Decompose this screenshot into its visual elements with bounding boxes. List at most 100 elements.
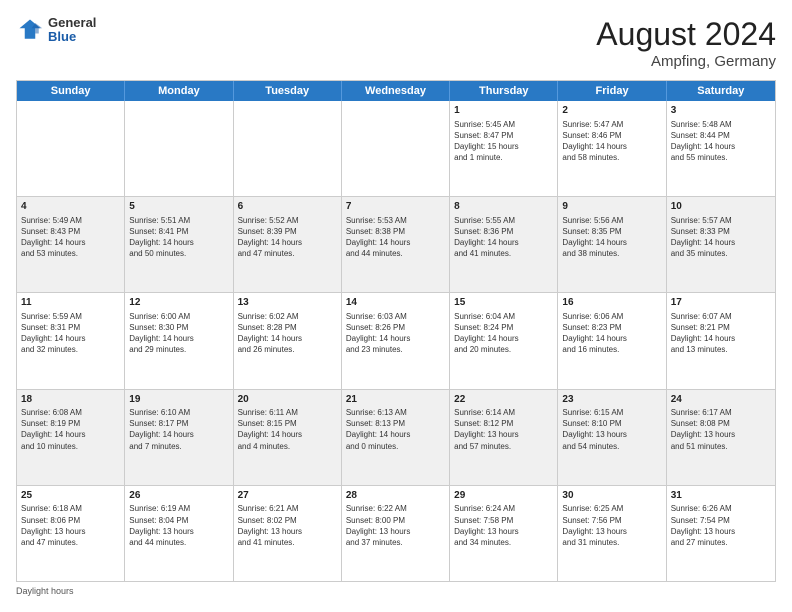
day-number: 7 [346,200,445,214]
cell-content: Sunrise: 6:13 AM Sunset: 8:13 PM Dayligh… [346,407,445,452]
cell-content: Sunrise: 5:53 AM Sunset: 8:38 PM Dayligh… [346,215,445,260]
cell-content: Sunrise: 6:21 AM Sunset: 8:02 PM Dayligh… [238,503,337,548]
day-number: 18 [21,393,120,407]
day-number: 5 [129,200,228,214]
day-number: 15 [454,296,553,310]
cal-cell [342,101,450,196]
cal-cell: 28Sunrise: 6:22 AM Sunset: 8:00 PM Dayli… [342,486,450,581]
day-of-week-thursday: Thursday [450,81,558,101]
cal-cell: 18Sunrise: 6:08 AM Sunset: 8:19 PM Dayli… [17,390,125,485]
logo-text: General Blue [48,16,96,45]
page: General Blue August 2024 Ampfing, German… [0,0,792,612]
cell-content: Sunrise: 6:24 AM Sunset: 7:58 PM Dayligh… [454,503,553,548]
cal-cell: 4Sunrise: 5:49 AM Sunset: 8:43 PM Daylig… [17,197,125,292]
cal-row-3: 11Sunrise: 5:59 AM Sunset: 8:31 PM Dayli… [17,293,775,389]
cell-content: Sunrise: 5:47 AM Sunset: 8:46 PM Dayligh… [562,119,661,164]
day-number: 2 [562,104,661,118]
cal-cell: 5Sunrise: 5:51 AM Sunset: 8:41 PM Daylig… [125,197,233,292]
cell-content: Sunrise: 5:51 AM Sunset: 8:41 PM Dayligh… [129,215,228,260]
cell-content: Sunrise: 6:14 AM Sunset: 8:12 PM Dayligh… [454,407,553,452]
cell-content: Sunrise: 6:15 AM Sunset: 8:10 PM Dayligh… [562,407,661,452]
cal-cell: 29Sunrise: 6:24 AM Sunset: 7:58 PM Dayli… [450,486,558,581]
cal-cell: 11Sunrise: 5:59 AM Sunset: 8:31 PM Dayli… [17,293,125,388]
cal-cell: 21Sunrise: 6:13 AM Sunset: 8:13 PM Dayli… [342,390,450,485]
cal-cell: 10Sunrise: 5:57 AM Sunset: 8:33 PM Dayli… [667,197,775,292]
cal-cell: 15Sunrise: 6:04 AM Sunset: 8:24 PM Dayli… [450,293,558,388]
cell-content: Sunrise: 5:45 AM Sunset: 8:47 PM Dayligh… [454,119,553,164]
day-number: 26 [129,489,228,503]
day-of-week-wednesday: Wednesday [342,81,450,101]
day-number: 12 [129,296,228,310]
cell-content: Sunrise: 5:52 AM Sunset: 8:39 PM Dayligh… [238,215,337,260]
cal-cell: 2Sunrise: 5:47 AM Sunset: 8:46 PM Daylig… [558,101,666,196]
day-number: 13 [238,296,337,310]
cal-row-2: 4Sunrise: 5:49 AM Sunset: 8:43 PM Daylig… [17,197,775,293]
location: Ampfing, Germany [596,53,776,70]
cal-cell: 6Sunrise: 5:52 AM Sunset: 8:39 PM Daylig… [234,197,342,292]
cell-content: Sunrise: 6:19 AM Sunset: 8:04 PM Dayligh… [129,503,228,548]
cal-cell: 1Sunrise: 5:45 AM Sunset: 8:47 PM Daylig… [450,101,558,196]
day-of-week-monday: Monday [125,81,233,101]
cell-content: Sunrise: 6:17 AM Sunset: 8:08 PM Dayligh… [671,407,771,452]
cal-cell [17,101,125,196]
cal-cell [234,101,342,196]
cal-cell: 23Sunrise: 6:15 AM Sunset: 8:10 PM Dayli… [558,390,666,485]
day-number: 20 [238,393,337,407]
month-year: August 2024 [596,16,776,53]
cal-row-4: 18Sunrise: 6:08 AM Sunset: 8:19 PM Dayli… [17,390,775,486]
day-number: 21 [346,393,445,407]
cal-cell: 9Sunrise: 5:56 AM Sunset: 8:35 PM Daylig… [558,197,666,292]
day-number: 1 [454,104,553,118]
day-number: 24 [671,393,771,407]
calendar: SundayMondayTuesdayWednesdayThursdayFrid… [16,80,776,582]
cell-content: Sunrise: 6:02 AM Sunset: 8:28 PM Dayligh… [238,311,337,356]
logo: General Blue [16,16,96,45]
cell-content: Sunrise: 6:04 AM Sunset: 8:24 PM Dayligh… [454,311,553,356]
day-number: 10 [671,200,771,214]
day-number: 31 [671,489,771,503]
calendar-header: SundayMondayTuesdayWednesdayThursdayFrid… [17,81,775,101]
day-number: 6 [238,200,337,214]
calendar-body: 1Sunrise: 5:45 AM Sunset: 8:47 PM Daylig… [17,101,775,581]
cal-cell: 25Sunrise: 6:18 AM Sunset: 8:06 PM Dayli… [17,486,125,581]
day-number: 14 [346,296,445,310]
day-number: 8 [454,200,553,214]
title-block: August 2024 Ampfing, Germany [596,16,776,70]
cal-cell: 3Sunrise: 5:48 AM Sunset: 8:44 PM Daylig… [667,101,775,196]
day-number: 28 [346,489,445,503]
day-number: 17 [671,296,771,310]
cal-row-5: 25Sunrise: 6:18 AM Sunset: 8:06 PM Dayli… [17,486,775,581]
cal-cell: 20Sunrise: 6:11 AM Sunset: 8:15 PM Dayli… [234,390,342,485]
cell-content: Sunrise: 6:07 AM Sunset: 8:21 PM Dayligh… [671,311,771,356]
day-number: 23 [562,393,661,407]
day-of-week-friday: Friday [558,81,666,101]
cell-content: Sunrise: 6:00 AM Sunset: 8:30 PM Dayligh… [129,311,228,356]
cal-cell: 22Sunrise: 6:14 AM Sunset: 8:12 PM Dayli… [450,390,558,485]
footer-note: Daylight hours [16,586,776,596]
logo-blue: Blue [48,30,96,44]
cell-content: Sunrise: 6:25 AM Sunset: 7:56 PM Dayligh… [562,503,661,548]
cal-cell: 19Sunrise: 6:10 AM Sunset: 8:17 PM Dayli… [125,390,233,485]
cal-cell: 17Sunrise: 6:07 AM Sunset: 8:21 PM Dayli… [667,293,775,388]
day-number: 25 [21,489,120,503]
cal-cell: 8Sunrise: 5:55 AM Sunset: 8:36 PM Daylig… [450,197,558,292]
day-number: 30 [562,489,661,503]
day-number: 9 [562,200,661,214]
cal-cell: 7Sunrise: 5:53 AM Sunset: 8:38 PM Daylig… [342,197,450,292]
day-number: 3 [671,104,771,118]
cal-cell: 30Sunrise: 6:25 AM Sunset: 7:56 PM Dayli… [558,486,666,581]
cell-content: Sunrise: 6:08 AM Sunset: 8:19 PM Dayligh… [21,407,120,452]
cell-content: Sunrise: 6:10 AM Sunset: 8:17 PM Dayligh… [129,407,228,452]
cell-content: Sunrise: 6:22 AM Sunset: 8:00 PM Dayligh… [346,503,445,548]
cal-row-1: 1Sunrise: 5:45 AM Sunset: 8:47 PM Daylig… [17,101,775,197]
day-number: 22 [454,393,553,407]
cell-content: Sunrise: 5:59 AM Sunset: 8:31 PM Dayligh… [21,311,120,356]
logo-icon [16,16,44,44]
day-number: 19 [129,393,228,407]
cal-cell: 26Sunrise: 6:19 AM Sunset: 8:04 PM Dayli… [125,486,233,581]
cell-content: Sunrise: 5:57 AM Sunset: 8:33 PM Dayligh… [671,215,771,260]
cal-cell: 13Sunrise: 6:02 AM Sunset: 8:28 PM Dayli… [234,293,342,388]
day-number: 11 [21,296,120,310]
logo-general: General [48,16,96,30]
cell-content: Sunrise: 6:26 AM Sunset: 7:54 PM Dayligh… [671,503,771,548]
